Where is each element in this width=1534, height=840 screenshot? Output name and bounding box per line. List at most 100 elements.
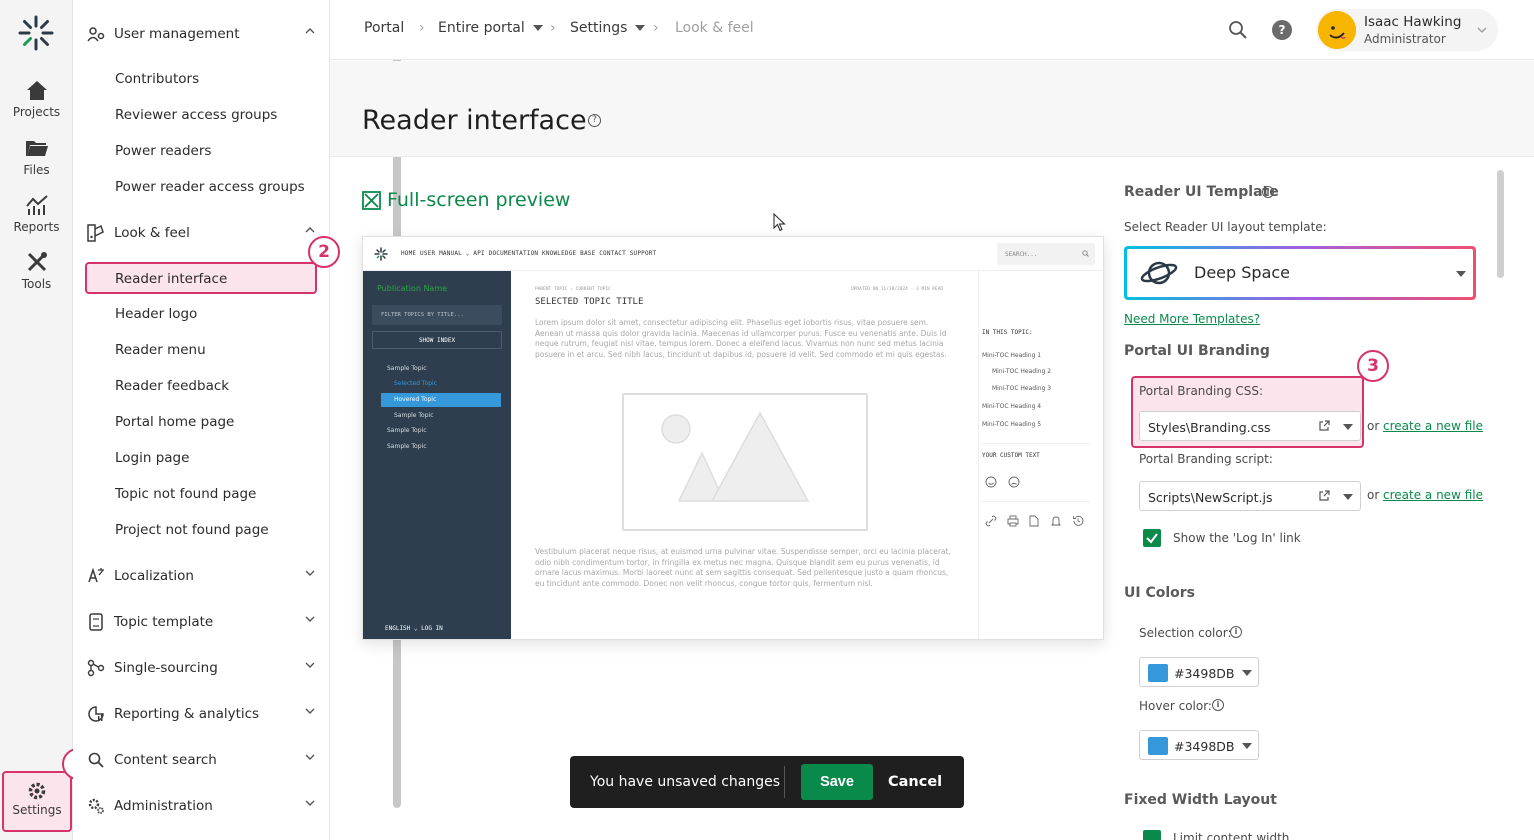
gear-icon [4, 781, 70, 803]
limit-width-checkbox[interactable] [1143, 830, 1161, 840]
more-templates-link[interactable]: Need More Templates? [1124, 312, 1260, 326]
group-user-management[interactable]: User management [87, 22, 315, 46]
chevron-up-icon [305, 28, 315, 34]
rail-reports[interactable]: Reports [0, 194, 73, 234]
fullscreen-preview-link[interactable]: Full-screen preview [362, 189, 570, 211]
create-script-file-link[interactable]: create a new file [1383, 488, 1483, 502]
group-administration-label: Administration [114, 798, 213, 814]
sidebar-item-topic-not-found[interactable]: Topic not found page [115, 486, 256, 502]
rail-projects[interactable]: Projects [0, 79, 73, 119]
create-css-file-link[interactable]: create a new file [1383, 419, 1483, 433]
info-icon[interactable]: i [1212, 699, 1224, 711]
folder-icon [0, 137, 73, 161]
breadcrumb-entire-portal[interactable]: Entire portal [438, 20, 543, 36]
bell-icon [1050, 515, 1062, 527]
reader-preview[interactable]: HOME USER MANUAL ⌄ API DOCUMENTATION KNO… [362, 236, 1104, 640]
group-content-search[interactable]: Content search [87, 748, 315, 772]
chart-icon [0, 194, 73, 218]
hover-color-picker[interactable]: #3498DB [1139, 730, 1259, 760]
cancel-button[interactable]: Cancel [888, 774, 942, 790]
rail-tools[interactable]: Tools [0, 251, 73, 291]
preview-image-placeholder [622, 393, 868, 531]
breadcrumb-portal[interactable]: Portal [364, 20, 404, 36]
sidebar-item-contributors[interactable]: Contributors [115, 71, 199, 87]
sidebar-item-login-page[interactable]: Login page [115, 450, 189, 466]
breadcrumb-settings-label: Settings [570, 20, 628, 36]
chevron-down-icon [305, 708, 315, 714]
preview-sidebar: Publication Name FILTER TOPICS BY TITLE.… [363, 271, 511, 639]
save-button[interactable]: Save [801, 764, 873, 800]
branding-css-value: Styles\Branding.css [1148, 420, 1271, 435]
branding-css-select[interactable]: Styles\Branding.css [1139, 411, 1361, 441]
user-menu[interactable]: Isaac Hawking Administrator [1316, 9, 1498, 51]
step-badge-3: 3 [1357, 350, 1389, 382]
chevron-down-icon [305, 754, 315, 760]
group-look-feel[interactable]: Look & feel [87, 221, 315, 245]
breadcrumb-separator: › [550, 20, 556, 36]
search-icon[interactable] [1228, 20, 1248, 40]
group-localization[interactable]: Localization [87, 564, 315, 588]
preview-nav: HOME USER MANUAL ⌄ API DOCUMENTATION KNO… [363, 237, 1103, 271]
unsaved-changes-toast: You have unsaved changes Save Cancel [570, 756, 964, 808]
group-content-search-label: Content search [114, 752, 217, 768]
info-icon[interactable]: i [1230, 626, 1242, 638]
sidebar-item-reader-feedback[interactable]: Reader feedback [115, 378, 229, 394]
users-icon [87, 25, 105, 43]
sidebar-item-reader-menu[interactable]: Reader menu [115, 342, 206, 358]
template-value: Deep Space [1194, 263, 1291, 282]
group-topic-template[interactable]: Topic template [87, 610, 315, 634]
branding-script-select[interactable]: Scripts\NewScript.js [1139, 481, 1361, 511]
document-icon [87, 613, 105, 631]
divider [982, 501, 1090, 502]
rail-files-label: Files [23, 163, 50, 177]
external-link-icon[interactable] [1318, 420, 1330, 432]
help-icon[interactable]: ? [588, 114, 601, 127]
preview-meta-right: UPDATED ON 11/18/2024 · 3 MIN READ [851, 287, 944, 292]
frown-icon [1008, 476, 1020, 488]
breadcrumb-entire-portal-label: Entire portal [438, 20, 525, 36]
preview-topic-title: SELECTED TOPIC TITLE [535, 297, 644, 307]
preview-search-text: SEARCH... [1005, 251, 1038, 258]
preview-toc-item: Mini-TOC Heading 3 [992, 385, 1052, 392]
preview-mini-toc: IN THIS TOPIC: Mini-TOC Heading 1 Mini-T… [980, 271, 1103, 639]
rail-files[interactable]: Files [0, 137, 73, 177]
preview-search: SEARCH... [997, 243, 1095, 265]
external-link-icon[interactable] [1318, 490, 1330, 502]
sidebar-item-reviewer-groups[interactable]: Reviewer access groups [115, 107, 277, 123]
preview-filter: FILTER TOPICS BY TITLE... [372, 305, 502, 325]
group-single-sourcing[interactable]: Single-sourcing [87, 656, 315, 680]
print-icon [1007, 515, 1019, 527]
sidebar-item-reader-interface[interactable]: Reader interface [85, 262, 317, 294]
selection-color-picker[interactable]: #3498DB [1139, 657, 1259, 687]
sidebar-item-portal-home[interactable]: Portal home page [115, 414, 234, 430]
breadcrumb-settings[interactable]: Settings [570, 20, 646, 36]
unsaved-message: You have unsaved changes [590, 774, 781, 790]
panel-scrollbar[interactable] [1497, 170, 1504, 278]
or-text: or [1367, 419, 1380, 433]
template-select[interactable]: Deep Space [1124, 246, 1476, 300]
avatar [1318, 11, 1356, 49]
sidebar-item-header-logo[interactable]: Header logo [115, 306, 197, 322]
caret-down-icon [1343, 494, 1353, 500]
search-icon [1082, 250, 1089, 257]
hover-color-swatch [1148, 737, 1168, 755]
group-administration[interactable]: Administration [87, 794, 315, 818]
info-icon[interactable]: i [1262, 186, 1274, 198]
smile-icon [985, 476, 997, 488]
help-icon[interactable]: ? [1272, 20, 1292, 40]
app-rail: Projects Files Reports Tools Settings 1 [0, 0, 94, 840]
preview-toc-item: Mini-TOC Heading 2 [992, 368, 1052, 375]
palette-icon [87, 224, 105, 242]
sidebar-item-power-reader-groups[interactable]: Power reader access groups [115, 179, 305, 195]
sidebar-item-project-not-found[interactable]: Project not found page [115, 522, 269, 538]
preview-in-topic: IN THIS TOPIC: [982, 329, 1033, 336]
caret-down-icon [1456, 271, 1466, 277]
chevron-down-icon [1477, 27, 1487, 33]
mouse-cursor-icon [773, 213, 786, 232]
sidebar-item-power-readers[interactable]: Power readers [115, 143, 211, 159]
group-reporting[interactable]: Reporting & analytics [87, 702, 315, 726]
login-link-checkbox[interactable] [1143, 529, 1161, 547]
rail-settings[interactable]: Settings [2, 771, 72, 832]
app-logo-icon[interactable] [18, 15, 54, 51]
login-link-label: Show the 'Log In' link [1173, 531, 1301, 545]
